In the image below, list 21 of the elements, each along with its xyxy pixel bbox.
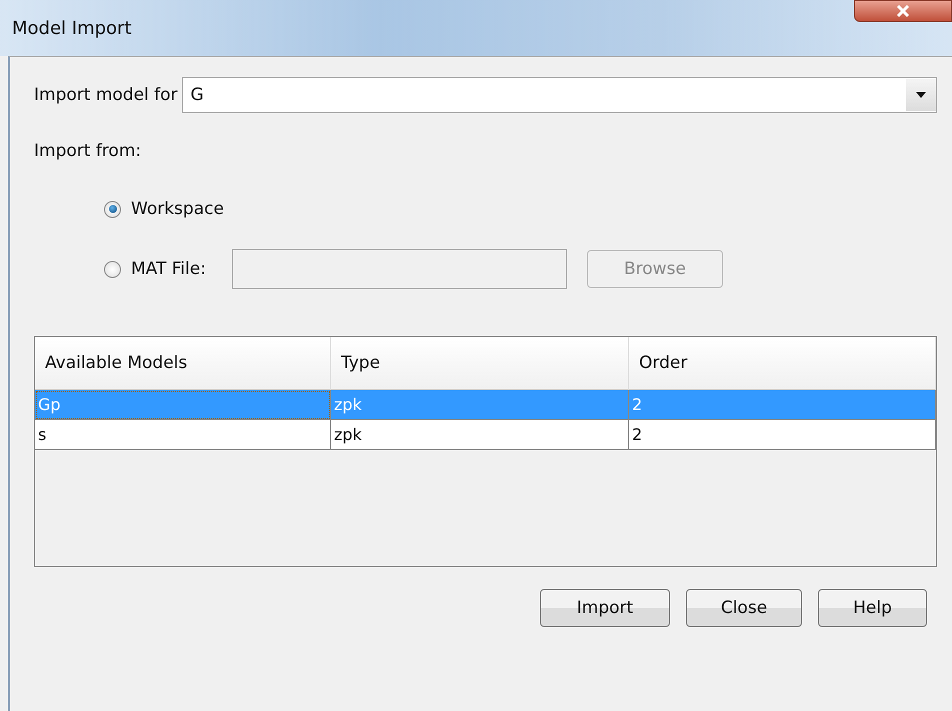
table-cell[interactable]: zpk bbox=[331, 420, 629, 450]
table-cell[interactable]: s bbox=[35, 420, 331, 450]
close-button[interactable] bbox=[854, 0, 952, 22]
column-header[interactable]: Order bbox=[629, 337, 936, 390]
radio-option[interactable]: MAT File: bbox=[104, 259, 206, 279]
window-title: Model Import bbox=[12, 18, 132, 38]
radio-option[interactable]: Workspace bbox=[104, 199, 224, 219]
dialog-button[interactable]: Close bbox=[686, 589, 802, 627]
radio-button[interactable] bbox=[104, 200, 121, 218]
close-icon bbox=[895, 5, 911, 17]
table-cell[interactable]: 2 bbox=[629, 420, 936, 450]
model-dropdown[interactable]: G bbox=[182, 77, 937, 113]
dropdown-value: G bbox=[190, 85, 204, 105]
dialog-button[interactable]: Import bbox=[540, 589, 670, 627]
import-from-label: Import from: bbox=[34, 141, 142, 161]
caret-icon bbox=[906, 79, 936, 111]
column-header[interactable]: Type bbox=[331, 337, 629, 390]
column-header[interactable]: Available Models bbox=[35, 337, 331, 390]
radio-button[interactable] bbox=[104, 260, 121, 278]
import-model-label: Import model for bbox=[34, 85, 178, 105]
dialog-button[interactable]: Help bbox=[818, 589, 927, 627]
